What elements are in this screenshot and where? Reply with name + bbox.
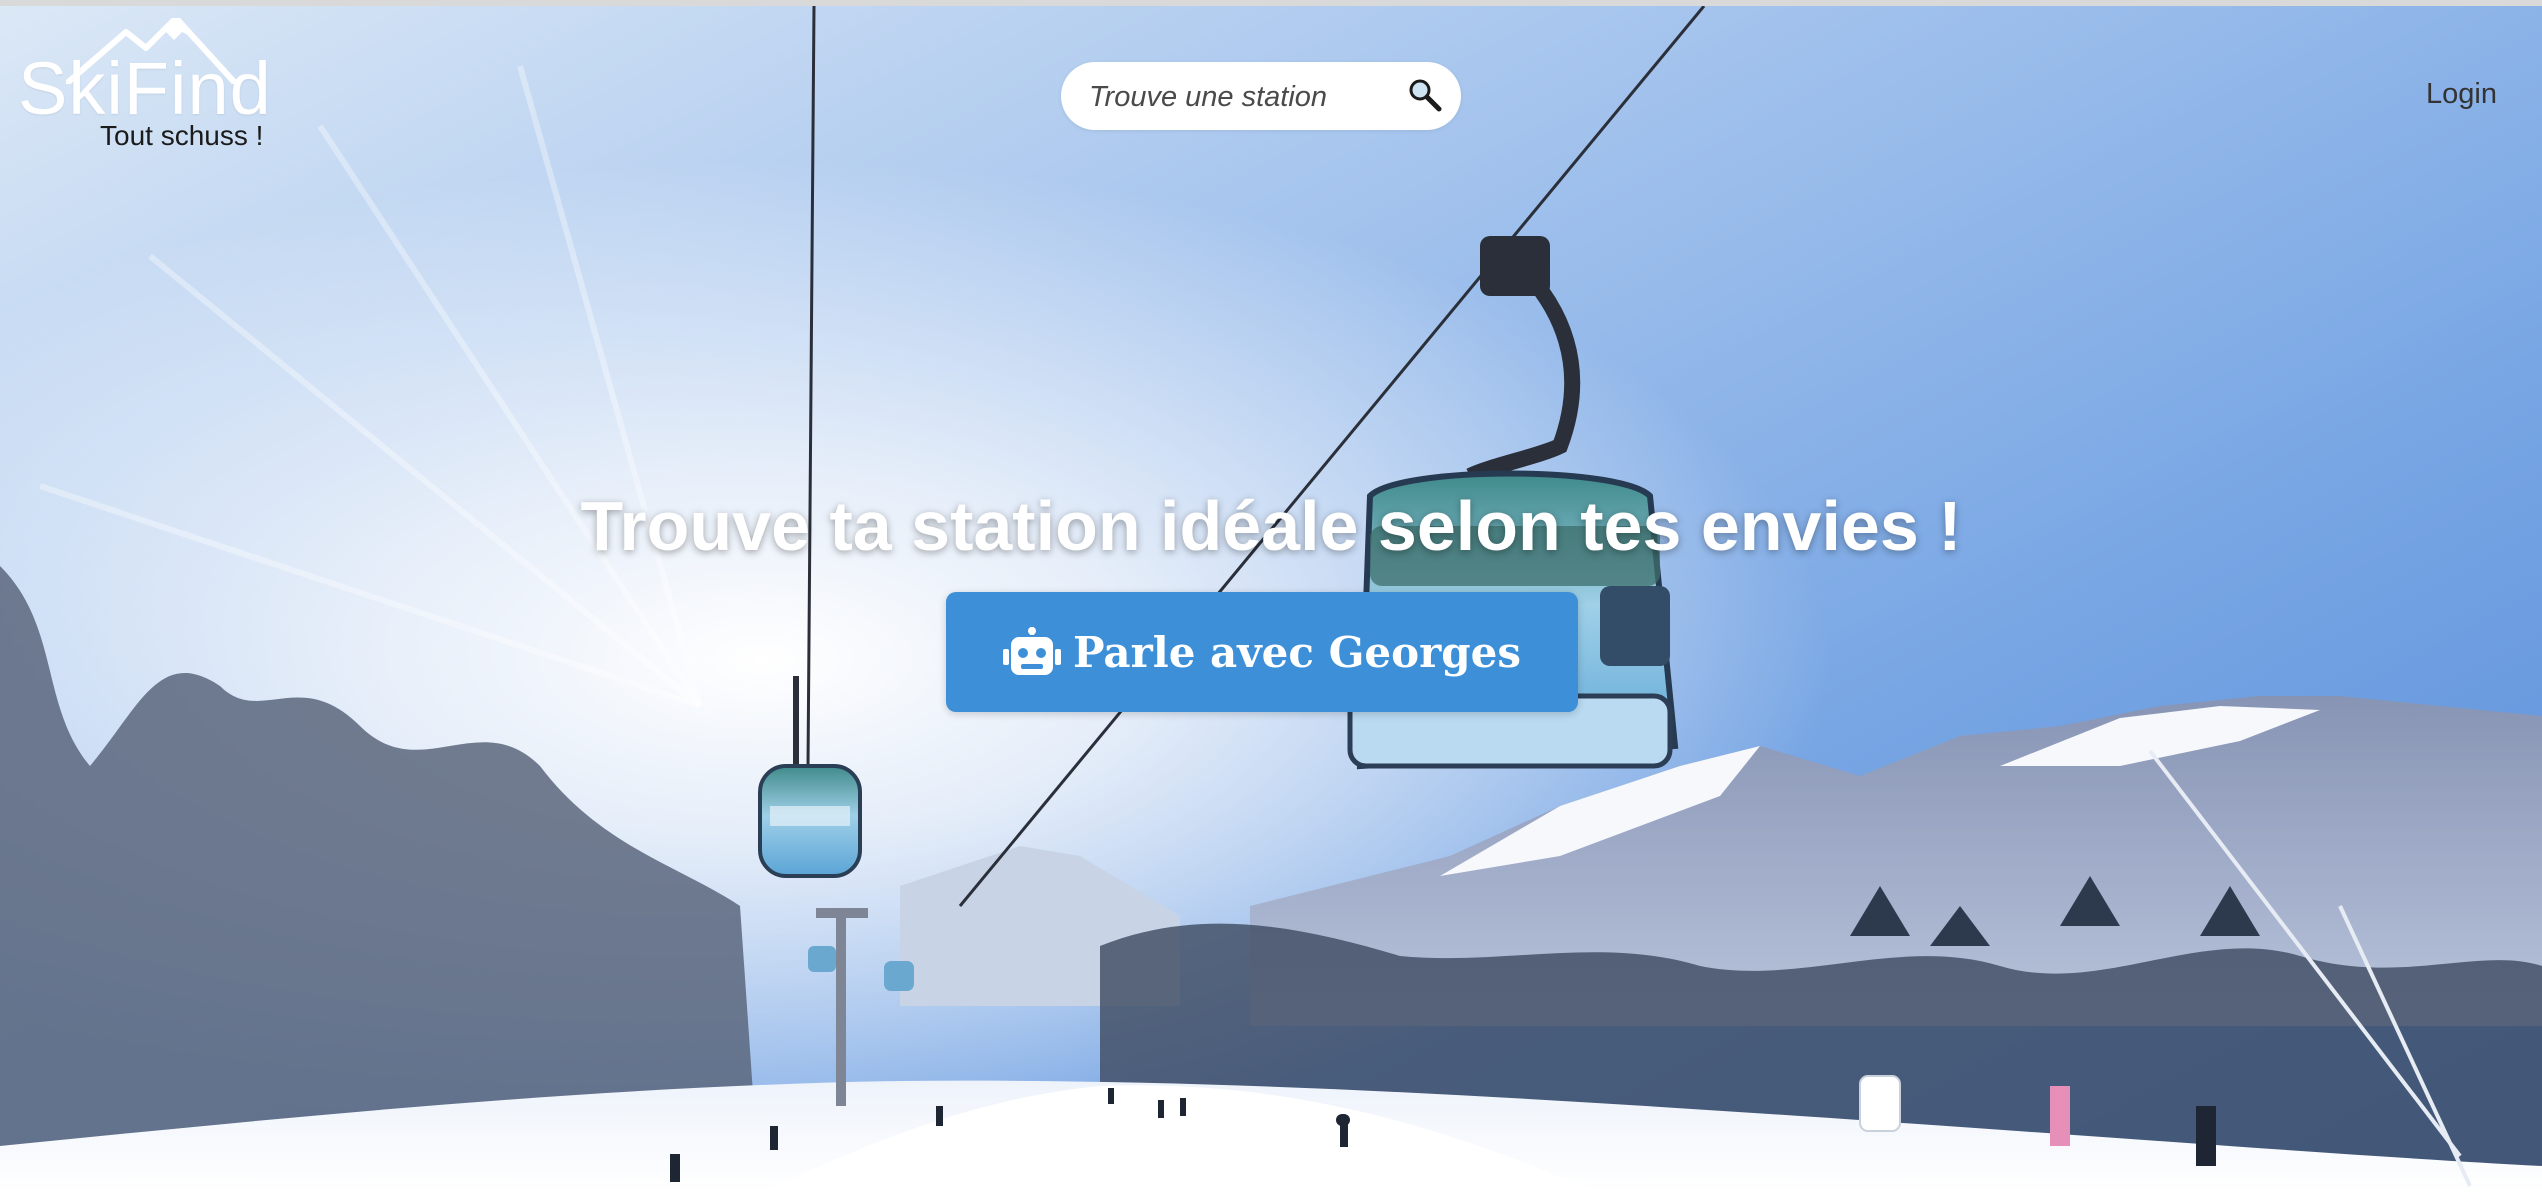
- page: SkiFind Tout schuss ! Login Trouve ta st…: [0, 0, 2542, 1194]
- station-search-bar: [1061, 62, 1461, 132]
- logo[interactable]: SkiFind Tout schuss !: [18, 18, 288, 158]
- cta-label: Parle avec Georges: [1072, 627, 1522, 677]
- top-border: [0, 0, 2542, 6]
- chat-with-georges-button[interactable]: Parle avec Georges: [946, 592, 1578, 712]
- robot-icon: [1002, 627, 1061, 675]
- logo-text: SkiFind: [18, 47, 272, 130]
- logo-tagline: Tout schuss !: [100, 120, 264, 151]
- search-icon[interactable]: [1407, 77, 1443, 113]
- hero-title: Trouve ta station idéale selon tes envie…: [580, 487, 1962, 565]
- login-link[interactable]: Login: [2426, 78, 2497, 111]
- station-search-input[interactable]: [1087, 62, 1391, 132]
